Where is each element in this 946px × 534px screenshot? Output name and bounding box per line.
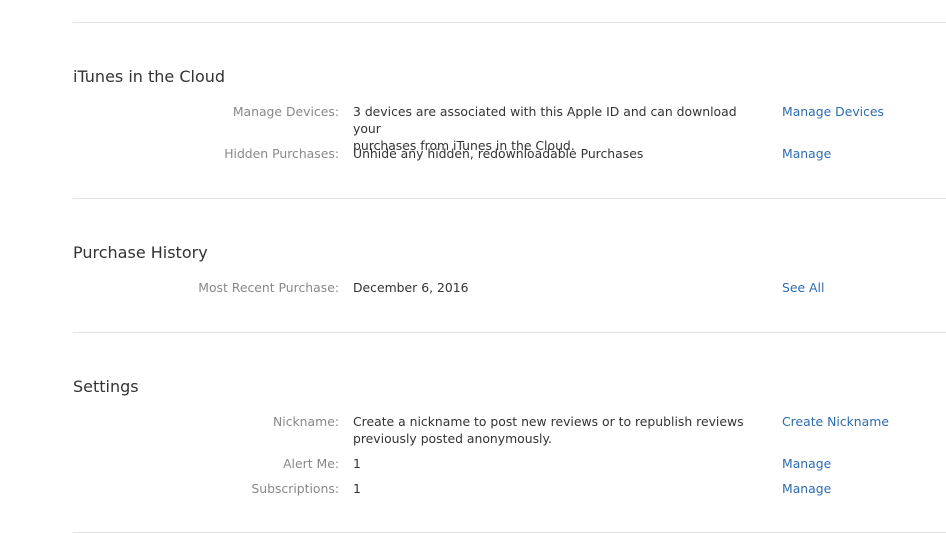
row-value-line: 3 devices are associated with this Apple… (353, 104, 737, 136)
divider-1 (73, 198, 946, 199)
divider-2 (73, 332, 946, 333)
section-title-itunes-cloud: iTunes in the Cloud (73, 67, 226, 86)
row-value-most-recent-purchase: December 6, 2016 (353, 280, 469, 295)
section-title-purchase-history: Purchase History (73, 243, 208, 262)
row-value-alert-me: 1 (353, 456, 361, 471)
row-label-alert-me: Alert Me: (283, 456, 339, 471)
see-all-link[interactable]: See All (782, 279, 824, 296)
row-label-hidden-purchases: Hidden Purchases: (224, 146, 339, 161)
row-label-most-recent-purchase: Most Recent Purchase: (198, 280, 339, 295)
row-value-line: previously posted anonymously. (353, 431, 552, 446)
manage-subscriptions-link[interactable]: Manage (782, 480, 831, 497)
section-title-settings: Settings (73, 377, 139, 396)
divider-bottom (73, 532, 946, 533)
row-value-nickname: Create a nickname to post new reviews or… (353, 413, 753, 447)
manage-alerts-link[interactable]: Manage (782, 455, 831, 472)
row-value-hidden-purchases: Unhide any hidden, redownloadable Purcha… (353, 146, 644, 161)
divider-top (73, 22, 946, 23)
row-label-nickname: Nickname: (272, 414, 339, 429)
create-nickname-link[interactable]: Create Nickname (782, 413, 889, 430)
row-value-subscriptions: 1 (353, 481, 361, 496)
row-value-line: Create a nickname to post new reviews or… (353, 414, 744, 429)
manage-devices-link[interactable]: Manage Devices (782, 103, 884, 120)
row-label-subscriptions: Subscriptions: (251, 481, 339, 496)
row-label-manage-devices: Manage Devices: (232, 104, 339, 119)
manage-hidden-purchases-link[interactable]: Manage (782, 145, 831, 162)
